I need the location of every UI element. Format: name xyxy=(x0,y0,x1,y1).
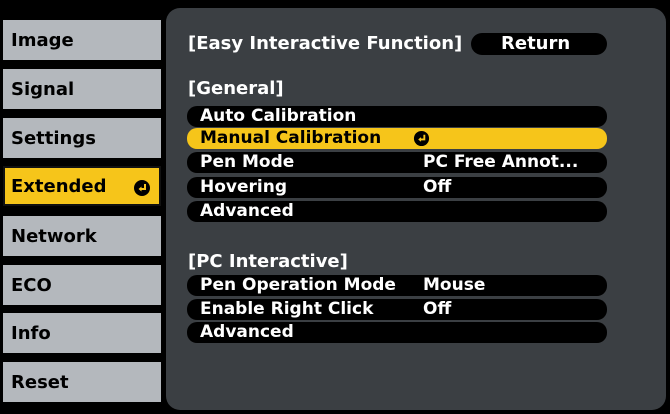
sidebar-menu: Image Signal Settings Extended Network E… xyxy=(0,0,164,414)
sidebar-item-signal[interactable]: Signal xyxy=(3,69,161,109)
return-button[interactable]: Return xyxy=(471,33,607,55)
menu-row-pen-mode[interactable]: Pen Mode PC Free Annot... xyxy=(187,152,607,173)
sidebar-item-image[interactable]: Image xyxy=(3,20,161,60)
menu-row-advanced-general[interactable]: Advanced xyxy=(187,201,607,222)
sidebar-item-label: Reset xyxy=(11,371,69,393)
row-value: Off xyxy=(423,177,452,197)
sidebar-item-network[interactable]: Network xyxy=(3,216,161,256)
section-header-general: [General] xyxy=(188,78,284,99)
sidebar-item-label: Signal xyxy=(11,78,75,100)
row-value: Mouse xyxy=(423,275,486,295)
sidebar-item-reset[interactable]: Reset xyxy=(3,362,161,402)
row-value: PC Free Annot... xyxy=(423,152,579,172)
sidebar-item-label: ECO xyxy=(11,274,52,296)
sidebar-item-extended[interactable]: Extended xyxy=(3,166,161,206)
enter-return-icon xyxy=(133,179,151,197)
sidebar-item-eco[interactable]: ECO xyxy=(3,265,161,305)
menu-row-advanced-pc[interactable]: Advanced xyxy=(187,322,607,343)
row-label: Enable Right Click xyxy=(200,299,374,319)
sidebar-item-label: Settings xyxy=(11,127,96,149)
row-label: Pen Mode xyxy=(200,152,295,172)
sidebar-item-label: Image xyxy=(11,29,74,51)
row-label: Advanced xyxy=(200,201,294,221)
row-label: Advanced xyxy=(200,322,294,342)
sidebar-item-label: Info xyxy=(11,322,51,344)
section-header-pc-interactive: [PC Interactive] xyxy=(188,251,348,272)
menu-row-pen-operation-mode[interactable]: Pen Operation Mode Mouse xyxy=(187,275,607,296)
enter-return-icon xyxy=(413,130,431,148)
row-label: Hovering xyxy=(200,177,288,197)
menu-row-hovering[interactable]: Hovering Off xyxy=(187,177,607,198)
panel-title: [Easy Interactive Function] xyxy=(188,33,463,54)
menu-row-auto-calibration[interactable]: Auto Calibration xyxy=(187,106,607,127)
menu-row-enable-right-click[interactable]: Enable Right Click Off xyxy=(187,299,607,320)
sidebar-item-settings[interactable]: Settings xyxy=(3,118,161,158)
row-label: Manual Calibration xyxy=(200,128,382,148)
sidebar-item-label: Extended xyxy=(11,175,107,197)
sidebar-item-info[interactable]: Info xyxy=(3,313,161,353)
row-value: Off xyxy=(423,299,452,319)
row-label: Pen Operation Mode xyxy=(200,275,396,295)
row-label: Auto Calibration xyxy=(200,106,357,126)
menu-row-manual-calibration[interactable]: Manual Calibration xyxy=(187,128,607,149)
sidebar-item-label: Network xyxy=(11,225,97,247)
